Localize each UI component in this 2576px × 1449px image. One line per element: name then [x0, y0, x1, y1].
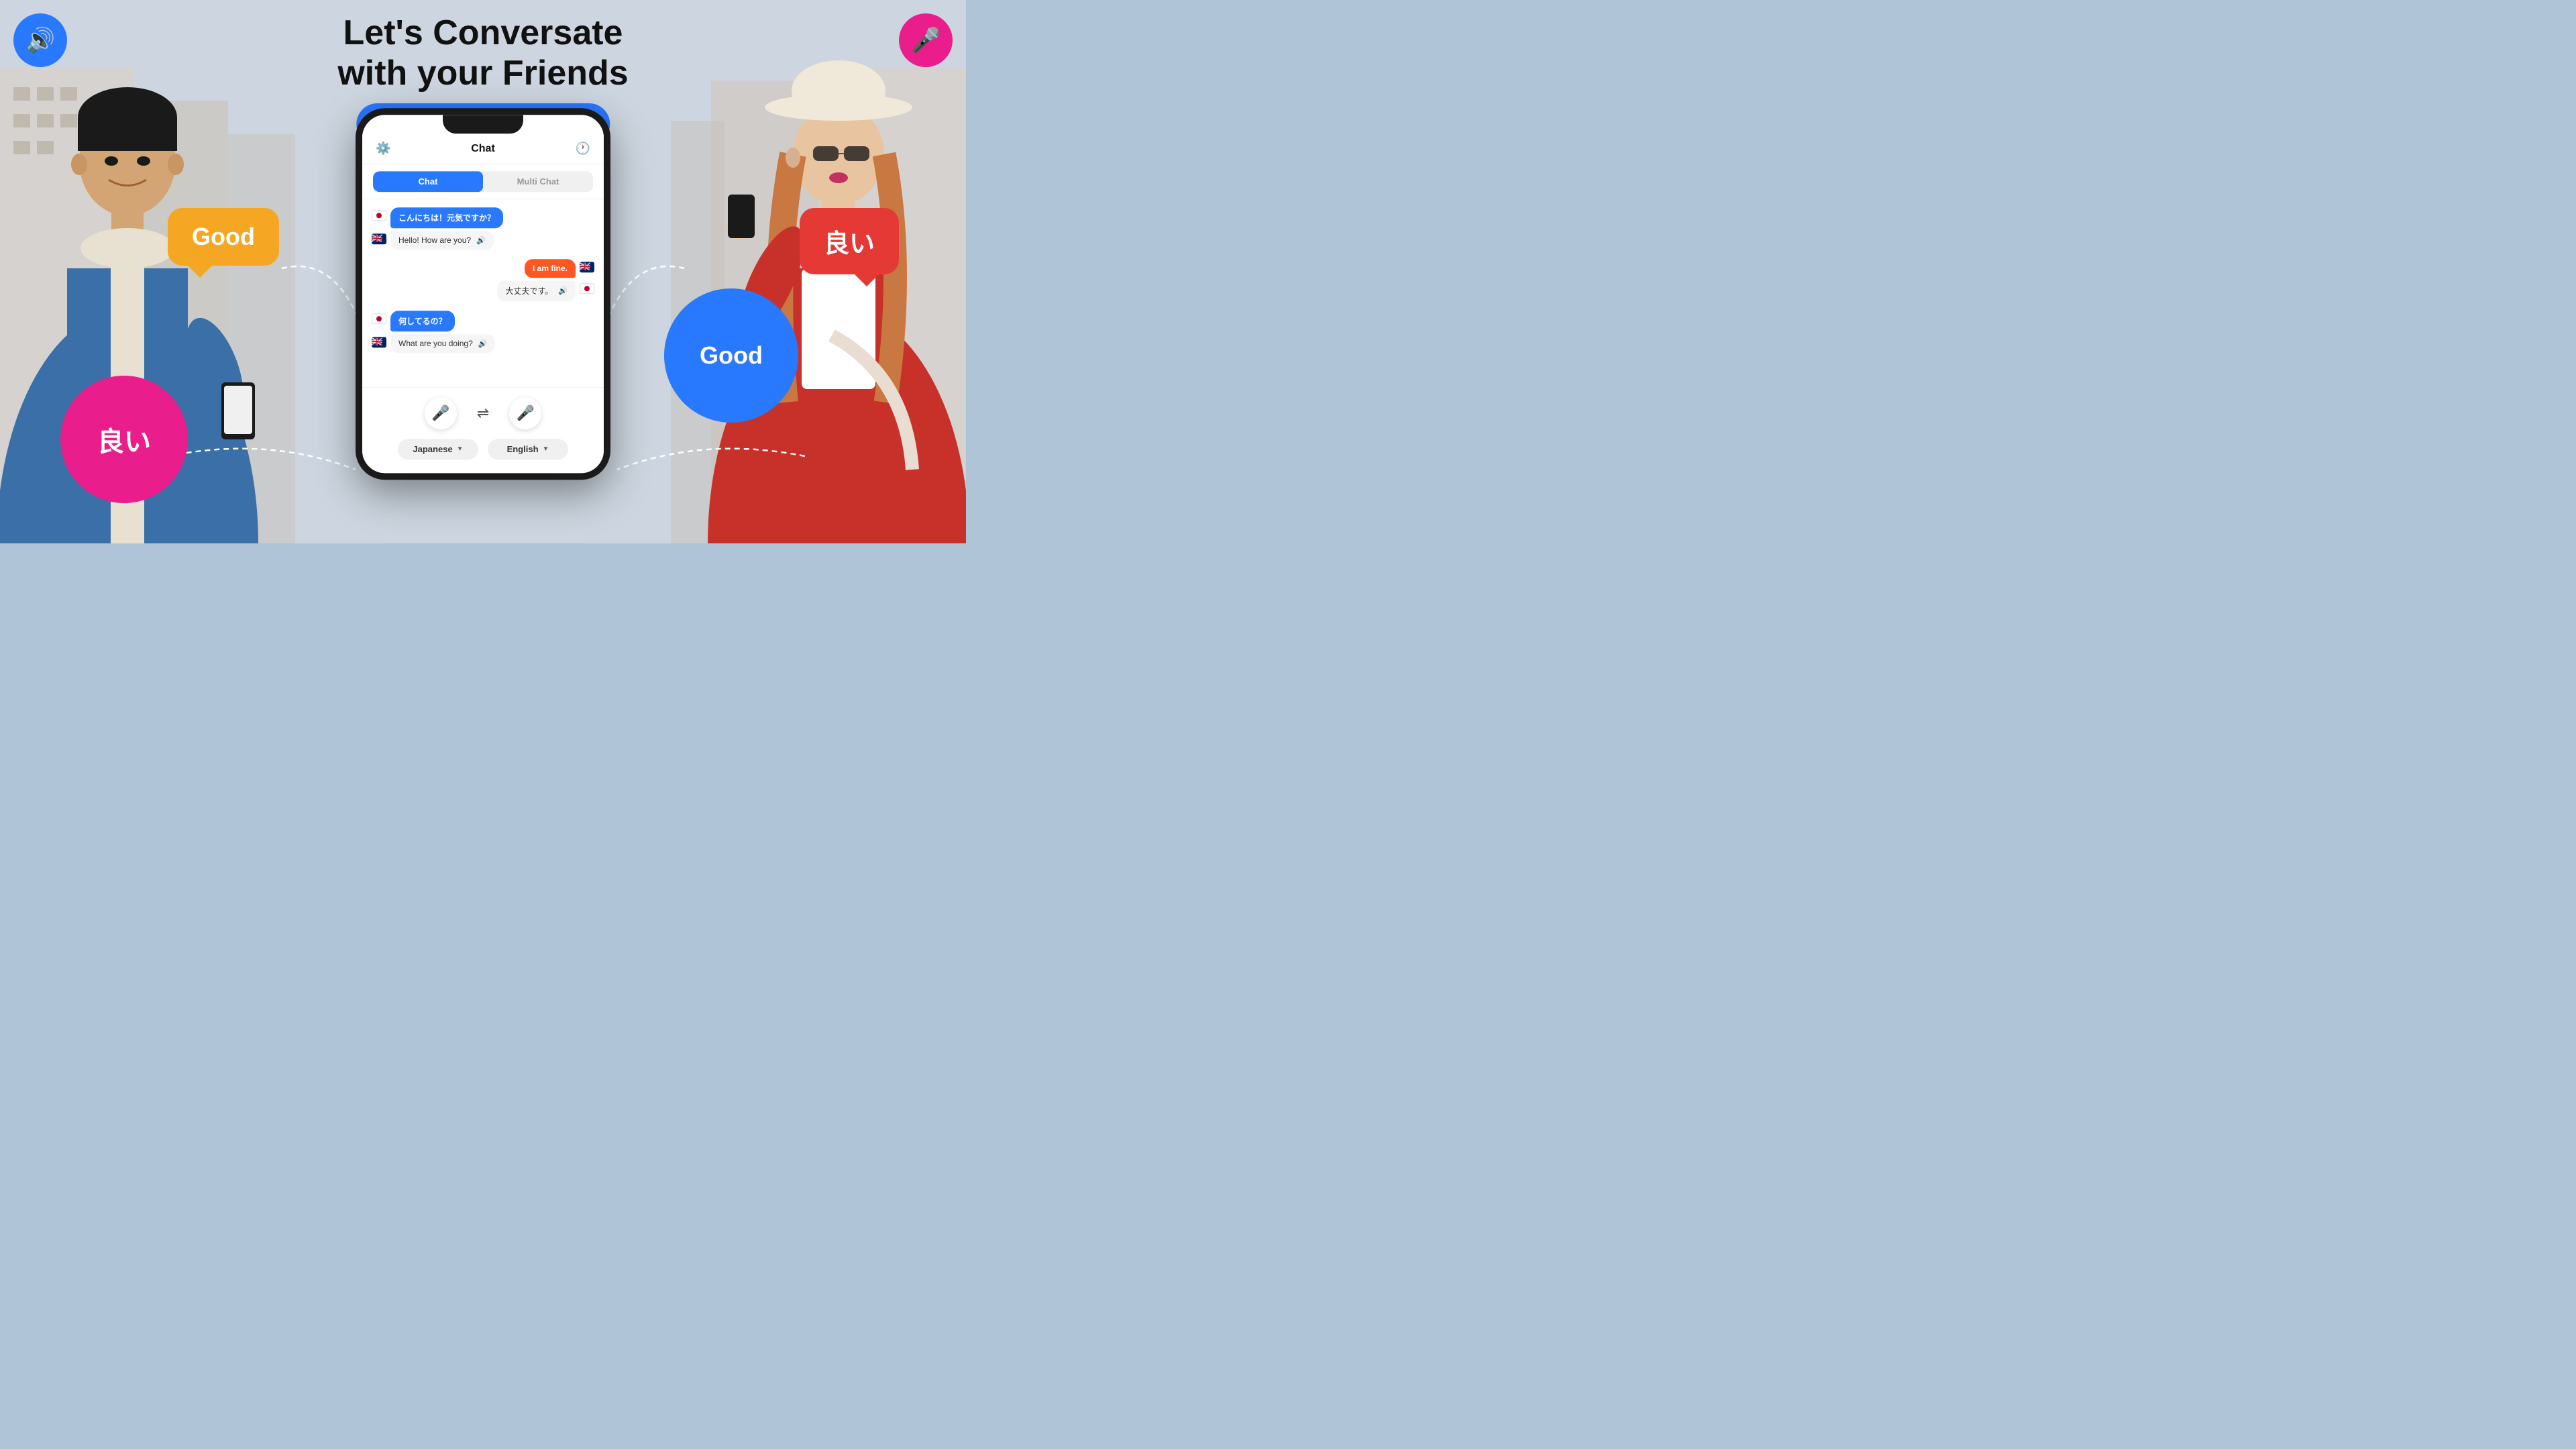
bubble-yoi-red-text: 良い [824, 223, 875, 260]
flag-jp-3 [372, 313, 386, 324]
phone-bottom: 🎤 ⇌ 🎤 Japanese ▼ English ▼ [362, 387, 604, 473]
tab-multi-chat[interactable]: Multi Chat [483, 171, 593, 192]
speaker-btn-2[interactable]: 🔊 [558, 286, 568, 295]
msg-3-original: 何してるの？ [372, 311, 594, 331]
speaker-btn-3[interactable]: 🔊 [478, 339, 488, 348]
flag-uk-1 [372, 233, 386, 244]
speaker-btn-1[interactable]: 🔊 [476, 236, 486, 245]
msg-1-original: こんにちは！元気ですか？ [372, 207, 594, 228]
lang-row: Japanese ▼ English ▼ [376, 439, 590, 460]
headline-line2: with your Friends [337, 54, 628, 93]
phone-content: ⚙️ Chat 🕐 Chat Multi Chat [362, 133, 604, 473]
swap-icon[interactable]: ⇌ [477, 405, 489, 422]
tabs: Chat Multi Chat [373, 171, 593, 192]
msg-2-en-text: I am fine. [525, 259, 576, 278]
bubble-good-blue: Good [664, 288, 798, 423]
mic-row: 🎤 ⇌ 🎤 [376, 397, 590, 429]
lang-select-right[interactable]: English ▼ [488, 439, 568, 460]
bubble-good-orange-text: Good [192, 223, 255, 251]
bubble-yoi-pink: 良い [60, 376, 188, 503]
msg-1-jp-text: こんにちは！元気ですか？ [390, 207, 503, 228]
tabs-container: Chat Multi Chat [362, 164, 604, 199]
flag-uk-3 [372, 337, 386, 347]
tab-chat[interactable]: Chat [373, 171, 483, 192]
msg-2-original: I am fine. [372, 259, 594, 278]
speaker-icon-btn[interactable]: 🔊 [13, 13, 67, 67]
msg-3-jp-text: 何してるの？ [390, 311, 455, 331]
lang-right-arrow: ▼ [543, 445, 549, 453]
headline: Let's Conversate with your Friends [337, 13, 628, 94]
phone-frame: ⚙️ Chat 🕐 Chat Multi Chat [356, 108, 610, 480]
msg-2-jp-text: 大丈夫です。 🔊 [497, 280, 576, 301]
mic-right-button[interactable]: 🎤 [509, 397, 541, 429]
msg-3-translated: What are you doing? 🔊 [372, 334, 594, 353]
lang-left-label: Japanese [413, 444, 452, 454]
flag-jp-1 [372, 210, 386, 221]
mic-left-button[interactable]: 🎤 [425, 397, 457, 429]
bubble-good-orange: Good [168, 208, 279, 266]
messages-area: こんにちは！元気ですか？ Hello! How are you? 🔊 [362, 199, 604, 387]
msg-3-en-text: What are you doing? 🔊 [390, 334, 495, 353]
headline-line1: Let's Conversate [343, 13, 623, 52]
message-group-3: 何してるの？ What are you doing? 🔊 [372, 311, 594, 353]
tab-chat-label: Chat [419, 176, 438, 186]
bubble-yoi-red: 良い [800, 208, 899, 274]
chat-header-title: Chat [471, 143, 495, 155]
bubble-yoi-pink-text: 良い [97, 420, 151, 459]
msg-2-translated: 大丈夫です。 🔊 [372, 280, 594, 301]
mic-icon: 🎤 [911, 26, 941, 54]
chat-header: ⚙️ Chat 🕐 [362, 133, 604, 164]
phone-mockup: ⚙️ Chat 🕐 Chat Multi Chat [356, 108, 610, 480]
msg-1-en-text: Hello! How are you? 🔊 [390, 231, 494, 250]
message-group-2: I am fine. 大丈夫です。 🔊 [372, 259, 594, 301]
flag-jp-2 [580, 283, 594, 294]
phone-notch [443, 115, 523, 133]
speaker-icon: 🔊 [25, 26, 56, 54]
message-group-1: こんにちは！元気ですか？ Hello! How are you? 🔊 [372, 207, 594, 250]
lang-right-label: English [507, 444, 539, 454]
mic-icon-btn[interactable]: 🎤 [899, 13, 953, 67]
lang-select-left[interactable]: Japanese ▼ [398, 439, 478, 460]
lang-left-arrow: ▼ [457, 445, 464, 453]
msg-1-translated: Hello! How are you? 🔊 [372, 231, 594, 250]
bubble-good-blue-text: Good [700, 341, 763, 370]
history-icon[interactable]: 🕐 [576, 142, 590, 156]
flag-uk-2 [580, 262, 594, 272]
tab-multi-chat-label: Multi Chat [517, 176, 559, 186]
settings-icon[interactable]: ⚙️ [376, 142, 390, 156]
